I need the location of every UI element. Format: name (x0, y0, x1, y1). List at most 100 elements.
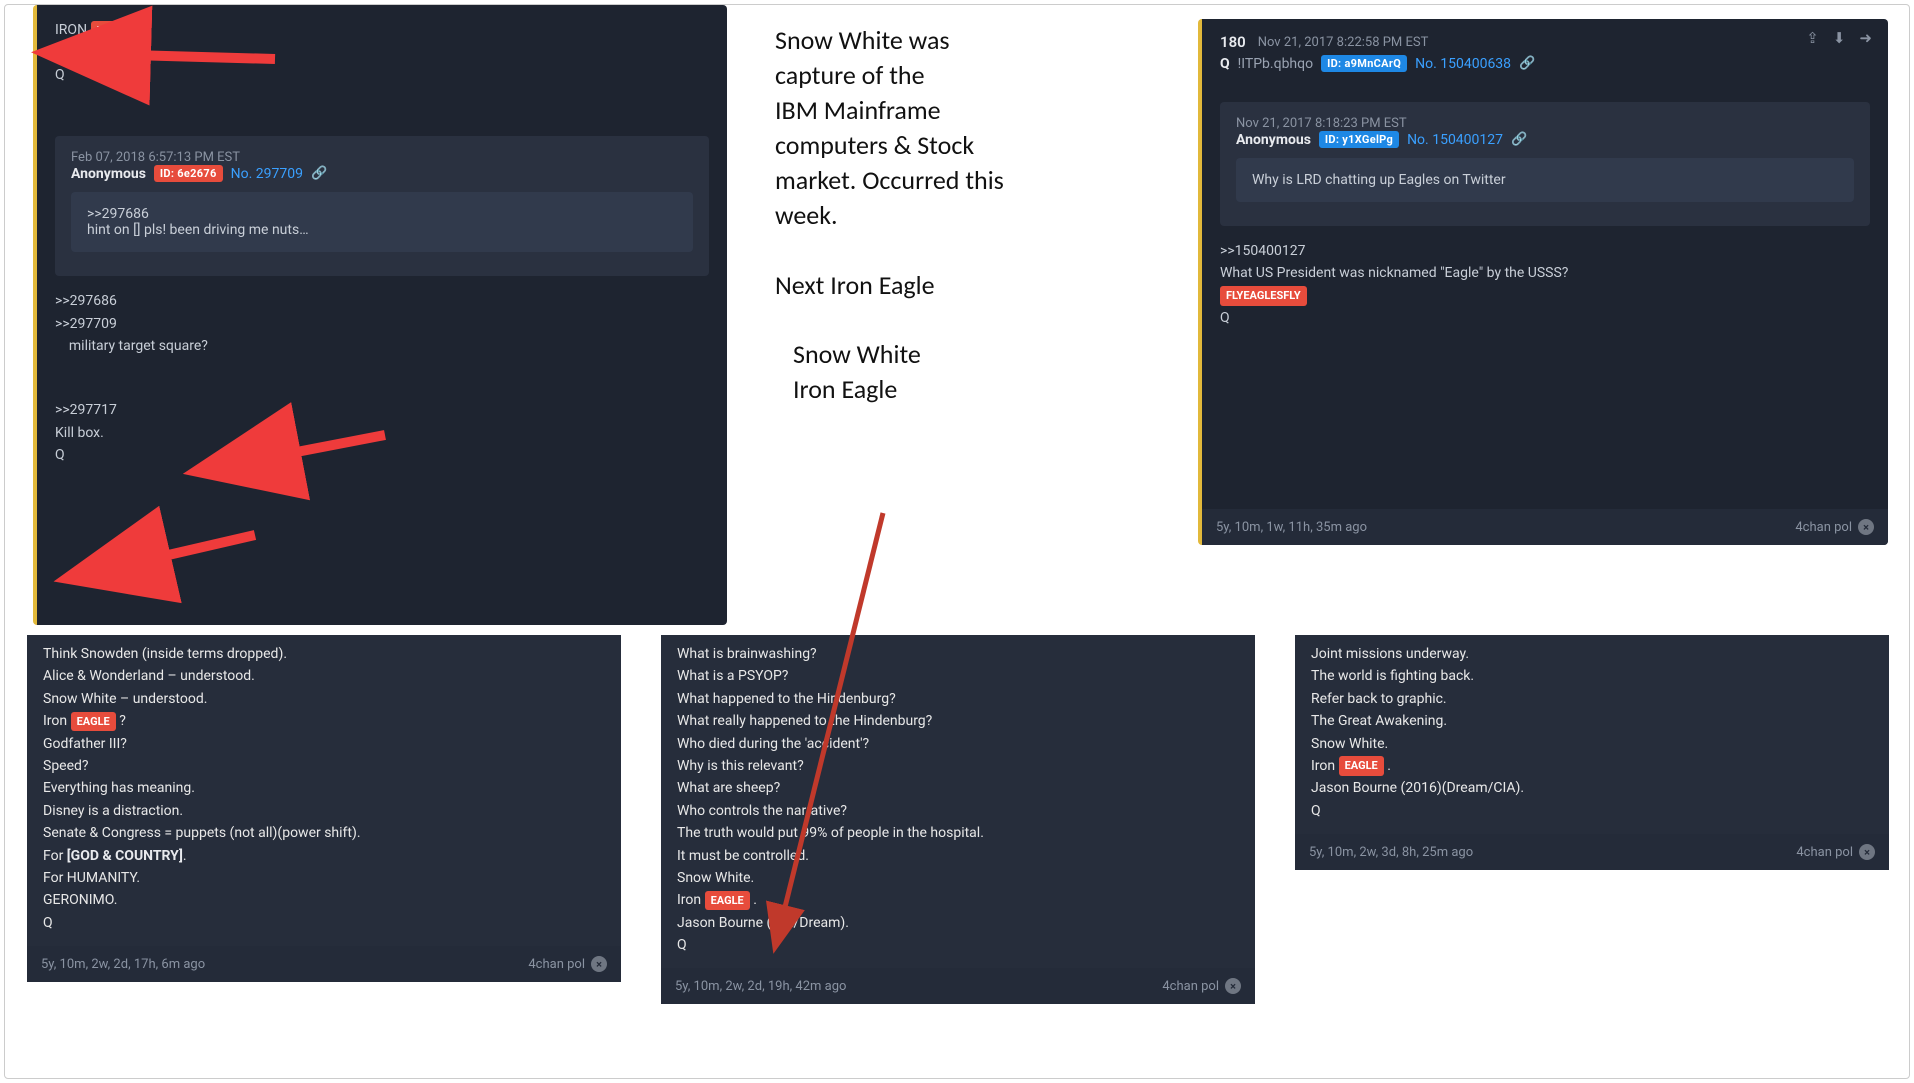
post-body: What is brainwashing? What is a PSYOP? W… (661, 635, 1255, 968)
timestamp: Nov 21, 2017 8:22:58 PM EST (1258, 35, 1429, 50)
quoted-post: Feb 07, 2018 6:57:13 PM EST Anonymous ID… (55, 136, 709, 276)
text: Snow White. (1311, 733, 1873, 755)
relative-age: 5y, 10m, 1w, 11h, 35m ago (1216, 520, 1367, 535)
text: The truth would put 99% of people in the… (677, 822, 1239, 844)
text: Joint missions underway. (1311, 643, 1873, 665)
annotation-text-box: Snow White was capture of the IBM Mainfr… (753, 5, 1191, 630)
text: . (136, 22, 143, 38)
goto-icon[interactable]: ➜ (1859, 29, 1872, 47)
text: Speed? (43, 755, 605, 777)
post-card-col-a: Think Snowden (inside terms dropped). Al… (27, 635, 621, 982)
signature: Q (43, 912, 605, 934)
text: The world is fighting back. (1311, 665, 1873, 687)
post-number: 180 (1220, 33, 1246, 51)
post-ref[interactable]: >>150400127 (1220, 240, 1870, 262)
post-card-right: ⇪ ⬇ ➜ 180 Nov 21, 2017 8:22:58 PM EST Q … (1198, 19, 1888, 545)
post-card-top-left: IRON EAGLE . [] Q Feb 07, 2018 6:57:13 P… (33, 5, 727, 625)
link-icon[interactable]: 🔗 (311, 166, 327, 181)
close-icon[interactable]: × (1225, 978, 1241, 994)
text: Why is this relevant? (677, 755, 1239, 777)
close-icon[interactable]: × (1858, 519, 1874, 535)
card-footer: 5y, 10m, 2w, 2d, 17h, 6m ago 4chan pol× (27, 946, 621, 982)
bracket-line: [] (55, 41, 709, 63)
text: The Great Awakening. (1311, 710, 1873, 732)
text: Senate & Congress = puppets (not all)(po… (43, 822, 605, 844)
card-action-icons: ⇪ ⬇ ➜ (1806, 29, 1872, 47)
text: Think Snowden (inside terms dropped). (43, 643, 605, 665)
signature: Q (55, 444, 709, 466)
nested-quote: Why is LRD chatting up Eagles on Twitter (1236, 158, 1854, 202)
bold-text: [GOD & COUNTRY] (67, 848, 183, 864)
post-no-link[interactable]: No. 297709 (231, 166, 303, 182)
text: Who died during the 'accident'? (677, 733, 1239, 755)
eagle-tag: EAGLE (71, 712, 116, 732)
post-card-col-c: Joint missions underway. The world is fi… (1295, 635, 1889, 870)
post-no-link[interactable]: No. 150400127 (1407, 132, 1503, 148)
eagle-tag: EAGLE (91, 21, 136, 41)
quote-body: hint on [] pls! been driving me nuts… (87, 222, 677, 238)
post-body: IRON EAGLE . [] Q (55, 19, 709, 86)
reply-block: >>297717 Kill box. Q (55, 399, 709, 466)
text: For (43, 848, 67, 864)
signature: Q (1311, 800, 1873, 822)
post-ref[interactable]: >>297686 (55, 290, 709, 312)
text: Jason Bourne (CIA/Dream). (677, 912, 1239, 934)
annot-line: Next Iron Eagle (775, 268, 1169, 303)
text: What are sheep? (677, 777, 1239, 799)
relative-age: 5y, 10m, 2w, 2d, 19h, 42m ago (675, 979, 846, 994)
post-ref[interactable]: >>297686 (87, 206, 677, 222)
text: GERONIMO. (43, 889, 605, 911)
annot-line: IBM Mainframe (775, 93, 1169, 128)
signature: Q (1220, 307, 1870, 329)
post-body: Joint missions underway. The world is fi… (1295, 635, 1889, 834)
share-icon[interactable]: ⇪ (1806, 29, 1819, 47)
link-icon[interactable]: 🔗 (1519, 56, 1535, 71)
source-label: 4chan pol× (1795, 519, 1874, 535)
timestamp: Feb 07, 2018 6:57:13 PM EST (71, 150, 693, 165)
spacer (775, 303, 1169, 337)
text: . (1384, 758, 1391, 774)
download-icon[interactable]: ⬇ (1833, 29, 1846, 47)
text: What is brainwashing? (677, 643, 1239, 665)
close-icon[interactable]: × (591, 956, 607, 972)
text: . (183, 848, 187, 864)
text: What happened to the Hindenburg? (677, 688, 1239, 710)
text: Jason Bourne (2016)(Dream/CIA). (1311, 777, 1873, 799)
reply-block: >>297686 >>297709 military target square… (55, 290, 709, 357)
text: Alice & Wonderland – understood. (43, 665, 605, 687)
annot-line: Iron Eagle (775, 372, 1169, 407)
text: What is a PSYOP? (677, 665, 1239, 687)
nested-quote: >>297686 hint on [] pls! been driving me… (71, 192, 693, 252)
poster-id-pill[interactable]: ID: a9MnCArQ (1321, 55, 1407, 72)
flyeaglesfly-tag: FLYEAGLESFLY (1220, 286, 1307, 306)
link-icon[interactable]: 🔗 (1511, 132, 1527, 147)
canvas: IRON EAGLE . [] Q Feb 07, 2018 6:57:13 P… (4, 4, 1910, 1079)
post-body: Think Snowden (inside terms dropped). Al… (27, 635, 621, 946)
post-ref[interactable]: >>297709 (55, 313, 709, 335)
post-card-col-b: What is brainwashing? What is a PSYOP? W… (661, 635, 1255, 1004)
post-ref[interactable]: >>297717 (55, 399, 709, 421)
text: IRON (55, 22, 91, 38)
source-label: 4chan pol× (1796, 844, 1875, 860)
card-footer: 5y, 10m, 2w, 3d, 8h, 25m ago 4chan pol× (1295, 834, 1889, 870)
text: military target square? (55, 335, 709, 357)
text: Who controls the narrative? (677, 800, 1239, 822)
quoted-post: Nov 21, 2017 8:18:23 PM EST Anonymous ID… (1220, 102, 1870, 226)
annot-line: week. (775, 198, 1169, 233)
eagle-tag: EAGLE (705, 891, 750, 911)
text: Snow White – understood. (43, 688, 605, 710)
annot-line: capture of the (775, 58, 1169, 93)
source-label: 4chan pol× (528, 956, 607, 972)
annot-line: computers & Stock (775, 128, 1169, 163)
tripcode: !ITPb.qbhqo (1238, 56, 1313, 72)
poster-id-pill[interactable]: ID: 6e2676 (154, 165, 223, 182)
text: What really happened to the Hindenburg? (677, 710, 1239, 732)
timestamp: Nov 21, 2017 8:18:23 PM EST (1236, 116, 1854, 131)
text: . (750, 892, 757, 908)
close-icon[interactable]: × (1859, 844, 1875, 860)
poster-id-pill[interactable]: ID: y1XGelPg (1319, 131, 1399, 148)
post-no-link[interactable]: No. 150400638 (1415, 56, 1511, 72)
signature: Q (55, 64, 709, 86)
annot-line: Snow White (775, 337, 1169, 372)
text: For HUMANITY. (43, 867, 605, 889)
